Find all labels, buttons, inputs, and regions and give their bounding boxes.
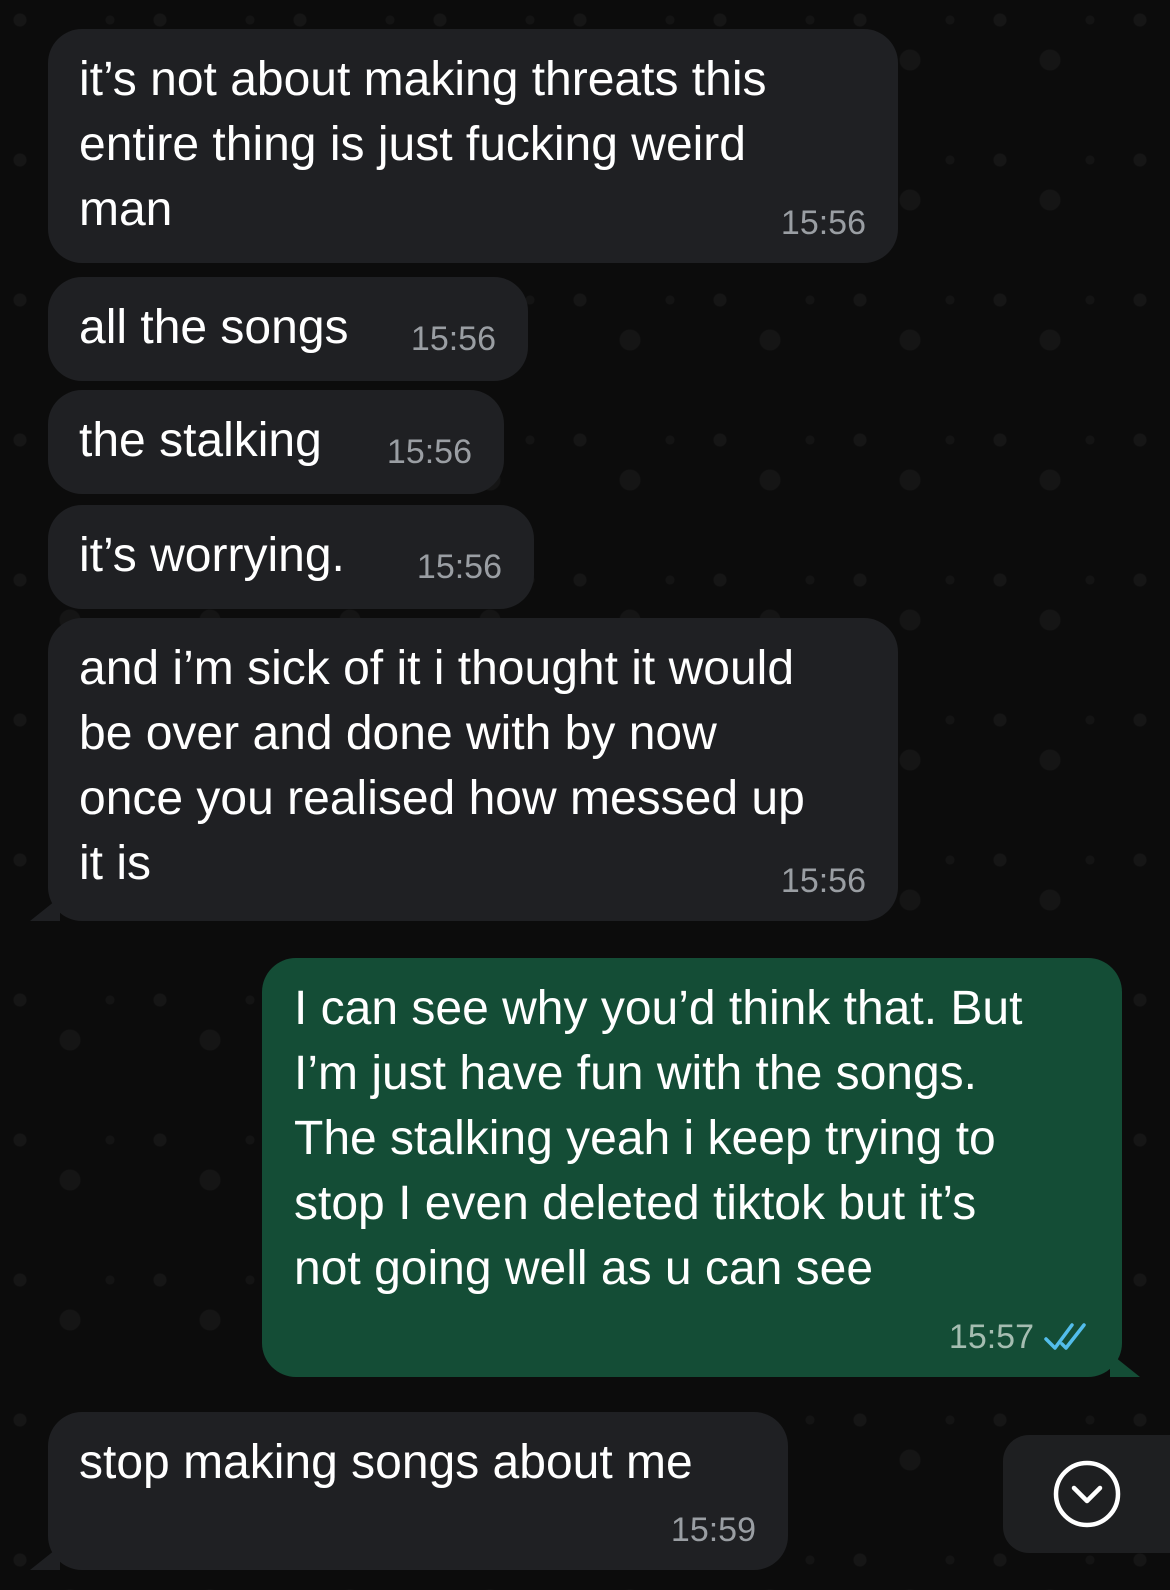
message-text: the stalking [79,414,322,467]
message-timestamp: 15:56 [386,433,472,471]
chevron-down-circle-icon [1053,1460,1120,1528]
scroll-to-bottom-button[interactable] [1003,1435,1170,1553]
bubble-tail [30,897,60,921]
message-text: it’s worrying. [79,529,345,582]
message-text: stop making songs about me [79,1436,693,1489]
double-check-read-icon [1044,1323,1086,1350]
message-bubble-outgoing[interactable]: I can see why you’d think that. But I’m … [262,958,1122,1377]
message-bubble-incoming[interactable]: and i’m sick of it i thought it would be… [48,618,898,921]
message-bubble-incoming[interactable]: the stalking 15:56 [48,390,504,494]
message-timestamp: 15:56 [780,204,866,242]
message-text: I can see why you’d think that. But I’m … [294,982,1023,1295]
message-bubble-incoming[interactable]: it’s not about making threats this entir… [48,29,898,263]
message-text: it’s not about making threats this entir… [79,53,767,236]
message-bubble-incoming[interactable]: stop making songs about me 15:59 [48,1412,788,1570]
message-timestamp: 15:57 [948,1318,1034,1356]
message-timestamp: 15:56 [410,320,496,358]
bubble-tail [1110,1353,1140,1377]
message-bubble-incoming[interactable]: it’s worrying. 15:56 [48,505,534,609]
message-timestamp: 15:56 [780,862,866,900]
message-timestamp: 15:59 [670,1511,756,1549]
message-text: and i’m sick of it i thought it would be… [79,642,805,890]
message-text: all the songs [79,301,349,354]
message-timestamp: 15:56 [416,548,502,586]
bubble-tail [30,1546,60,1570]
message-list[interactable]: it’s not about making threats this entir… [0,0,1170,1590]
message-bubble-incoming[interactable]: all the songs 15:56 [48,277,528,381]
